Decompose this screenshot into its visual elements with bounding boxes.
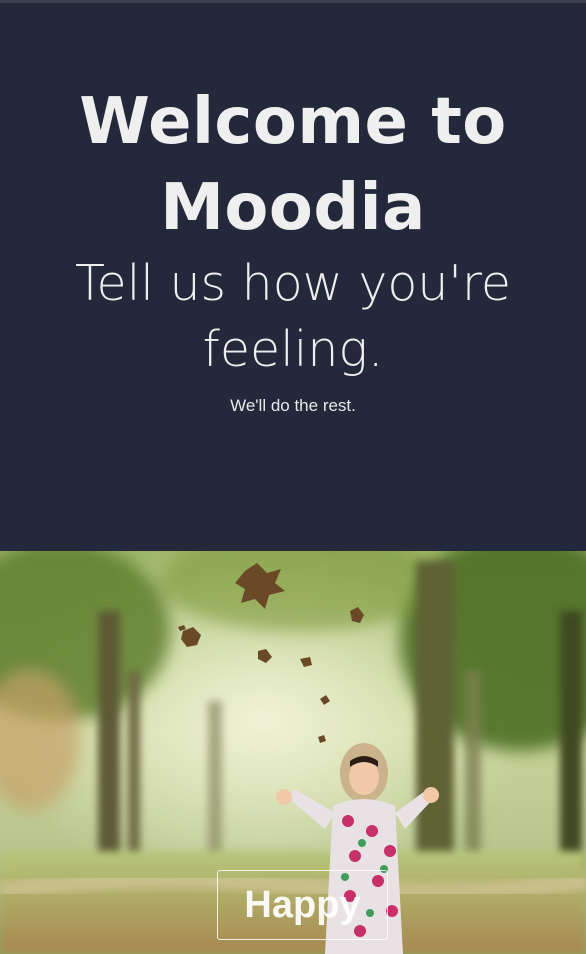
tagline: We'll do the rest. [230, 396, 356, 415]
title-line-1: Welcome to [79, 85, 507, 159]
title-line-2: Moodia [160, 171, 426, 245]
subtitle-line-2: feeling. [202, 321, 384, 378]
page-title: Welcome to Moodia [0, 79, 586, 251]
happy-mood-button[interactable]: Happy [217, 870, 388, 940]
page-subtitle: Tell us how you're feeling. [0, 251, 586, 383]
hero-section: Welcome to Moodia Tell us how you're fee… [0, 3, 586, 551]
subtitle-line-1: Tell us how you're [74, 255, 512, 312]
